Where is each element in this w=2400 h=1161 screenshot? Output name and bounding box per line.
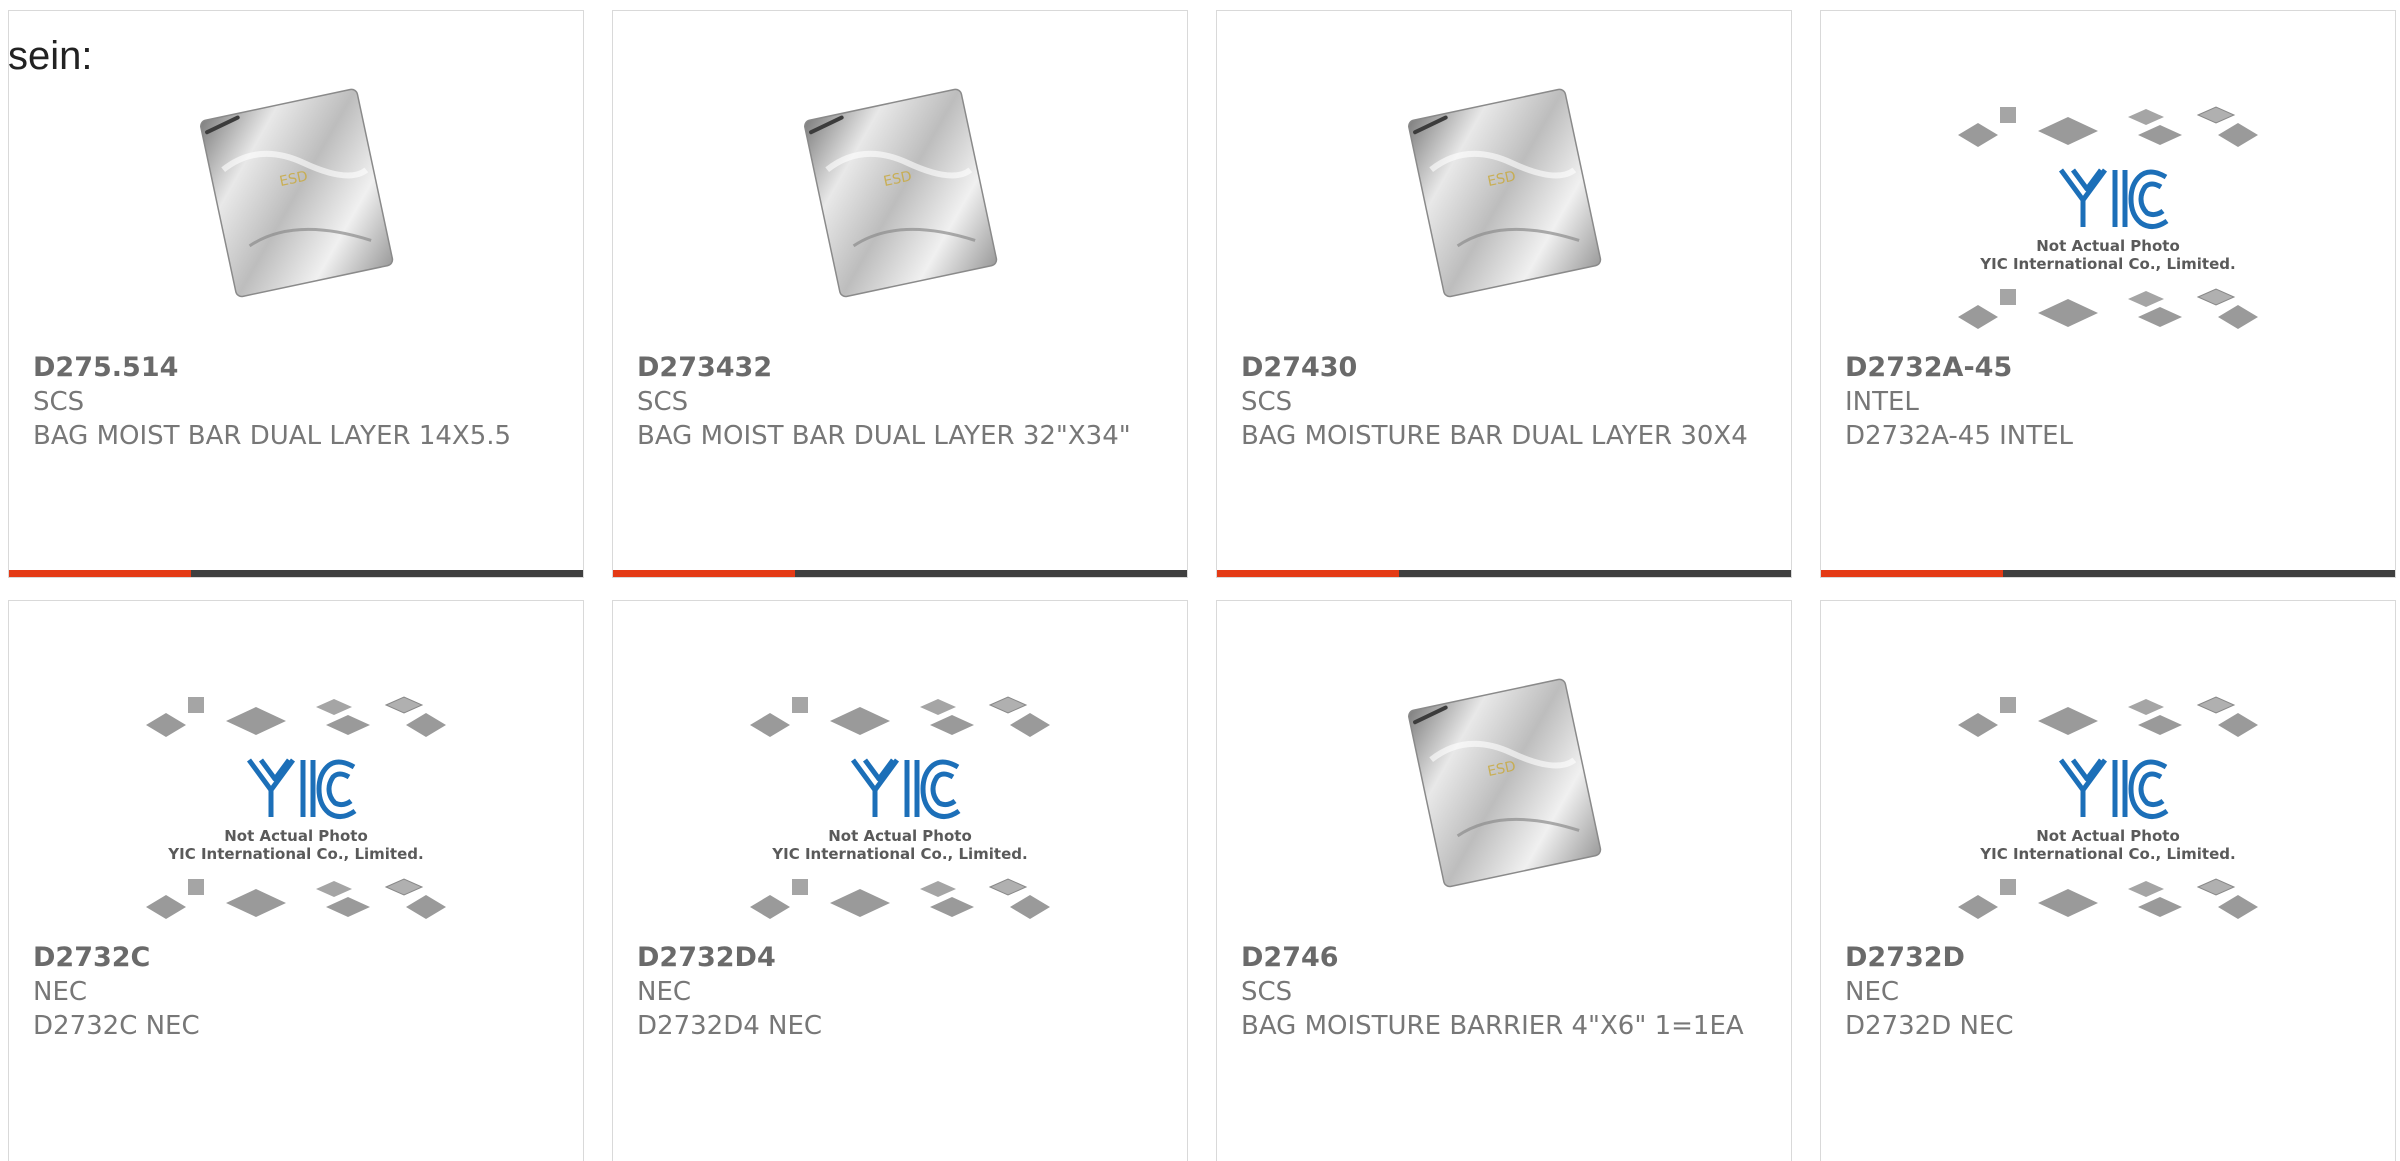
esd-bag-image: ESD — [804, 88, 998, 298]
placeholder-line2: YIC International Co., Limited. — [1979, 845, 2235, 863]
part-number-link[interactable]: D2732C — [33, 941, 563, 975]
esd-bag-image: ESD — [1408, 88, 1602, 298]
description: D2732C NEC — [33, 1011, 200, 1041]
product-info: D2732D NEC D2732D NEC — [1845, 941, 2375, 1043]
placeholder-line1: Not Actual Photo — [2036, 237, 2180, 255]
product-card[interactable]: Not Actual Photo YIC International Co., … — [1820, 10, 2396, 578]
card-bottom-bar — [1217, 570, 1791, 577]
part-number-link[interactable]: D2732A-45 — [1845, 351, 2375, 385]
placeholder-line2: YIC International Co., Limited. — [771, 845, 1027, 863]
description: D2732D NEC — [1845, 1011, 2014, 1041]
manufacturer: SCS — [1241, 977, 1293, 1007]
description: BAG MOISTURE BAR DUAL LAYER 30X4 — [1241, 421, 1748, 451]
product-card[interactable]: Not Actual Photo YIC International Co., … — [8, 600, 584, 1161]
manufacturer: SCS — [33, 387, 85, 417]
product-card[interactable]: Not Actual Photo YIC International Co., … — [1820, 600, 2396, 1161]
placeholder-line1: Not Actual Photo — [224, 827, 368, 845]
placeholder-line1: Not Actual Photo — [828, 827, 972, 845]
card-bottom-bar — [1821, 570, 2395, 577]
not-actual-photo-image: Not Actual Photo YIC International Co., … — [146, 696, 446, 919]
description: D2732A-45 INTEL — [1845, 421, 2074, 451]
not-actual-photo-image: Not Actual Photo YIC International Co., … — [750, 696, 1050, 919]
part-number-link[interactable]: D2746 — [1241, 941, 1771, 975]
product-image[interactable]: Not Actual Photo YIC International Co., … — [1821, 645, 2395, 945]
card-accent-bar — [1217, 570, 1399, 577]
manufacturer: SCS — [1241, 387, 1293, 417]
product-image[interactable]: ESD — [613, 55, 1187, 355]
part-number-link[interactable]: D2732D4 — [637, 941, 1167, 975]
product-info: D273432 SCS BAG MOIST BAR DUAL LAYER 32"X3… — [637, 351, 1167, 453]
product-card[interactable]: ESD D275.514 SCS BAG MOIST BAR DUAL LAYER … — [8, 10, 584, 578]
product-card[interactable]: Not Actual Photo YIC International Co., … — [612, 600, 1188, 1161]
card-bottom-bar — [613, 570, 1187, 577]
part-number-link[interactable]: D2732D — [1845, 941, 2375, 975]
product-image[interactable]: ESD — [9, 55, 583, 355]
product-image[interactable]: Not Actual Photo YIC International Co., … — [613, 645, 1187, 945]
product-image[interactable]: Not Actual Photo YIC International Co., … — [1821, 55, 2395, 355]
product-image[interactable]: ESD — [1217, 55, 1791, 355]
manufacturer: NEC — [33, 977, 88, 1007]
manufacturer: INTEL — [1845, 387, 1919, 417]
manufacturer: SCS — [637, 387, 689, 417]
placeholder-line1: Not Actual Photo — [2036, 827, 2180, 845]
not-actual-photo-image: Not Actual Photo YIC International Co., … — [1958, 696, 2258, 919]
esd-bag-image: ESD — [200, 88, 394, 298]
product-info: D275.514 SCS BAG MOIST BAR DUAL LAYER 14X5… — [33, 351, 563, 453]
manufacturer: NEC — [1845, 977, 1900, 1007]
manufacturer: NEC — [637, 977, 692, 1007]
part-number-link[interactable]: D275.514 — [33, 351, 563, 385]
product-info: D2732C NEC D2732C NEC — [33, 941, 563, 1043]
placeholder-line2: YIC International Co., Limited. — [167, 845, 423, 863]
product-info: D2746 SCS BAG MOISTURE BARRIER 4"X6" 1=1EA — [1241, 941, 1771, 1043]
product-image[interactable]: Not Actual Photo YIC International Co., … — [9, 645, 583, 945]
page: sein: ESD D275.514 SCS BAG MOIST BAR DUAL … — [0, 0, 2400, 1161]
description: D2732D4 NEC — [637, 1011, 823, 1041]
product-info: D2732D4 NEC D2732D4 NEC — [637, 941, 1167, 1043]
product-info: D2732A-45 INTEL D2732A-45 INTEL — [1845, 351, 2375, 453]
card-accent-bar — [613, 570, 795, 577]
part-number-link[interactable]: D273432 — [637, 351, 1167, 385]
card-accent-bar — [9, 570, 191, 577]
part-number-link[interactable]: D27430 — [1241, 351, 1771, 385]
esd-bag-image: ESD — [1408, 678, 1602, 888]
not-actual-photo-image: Not Actual Photo YIC International Co., … — [1958, 106, 2258, 329]
product-card[interactable]: ESD D27430 SCS BAG MOISTURE BAR DUAL LAYER… — [1216, 10, 1792, 578]
card-accent-bar — [1821, 570, 2003, 577]
product-card[interactable]: ESD D2746 SCS BAG MOISTURE BARRIER 4"X6" 1… — [1216, 600, 1792, 1161]
product-image[interactable]: ESD — [1217, 645, 1791, 945]
description: BAG MOISTURE BARRIER 4"X6" 1=1EA — [1241, 1011, 1744, 1041]
product-card[interactable]: ESD D273432 SCS BAG MOIST BAR DUAL LAYER 3… — [612, 10, 1188, 578]
card-bottom-bar — [9, 570, 583, 577]
description: BAG MOIST BAR DUAL LAYER 14X5.5 — [33, 421, 512, 451]
description: BAG MOIST BAR DUAL LAYER 32"X34" — [637, 421, 1131, 451]
page-heading: sein: — [8, 34, 93, 78]
product-info: D27430 SCS BAG MOISTURE BAR DUAL LAYER 30X… — [1241, 351, 1771, 453]
placeholder-line2: YIC International Co., Limited. — [1979, 255, 2235, 273]
